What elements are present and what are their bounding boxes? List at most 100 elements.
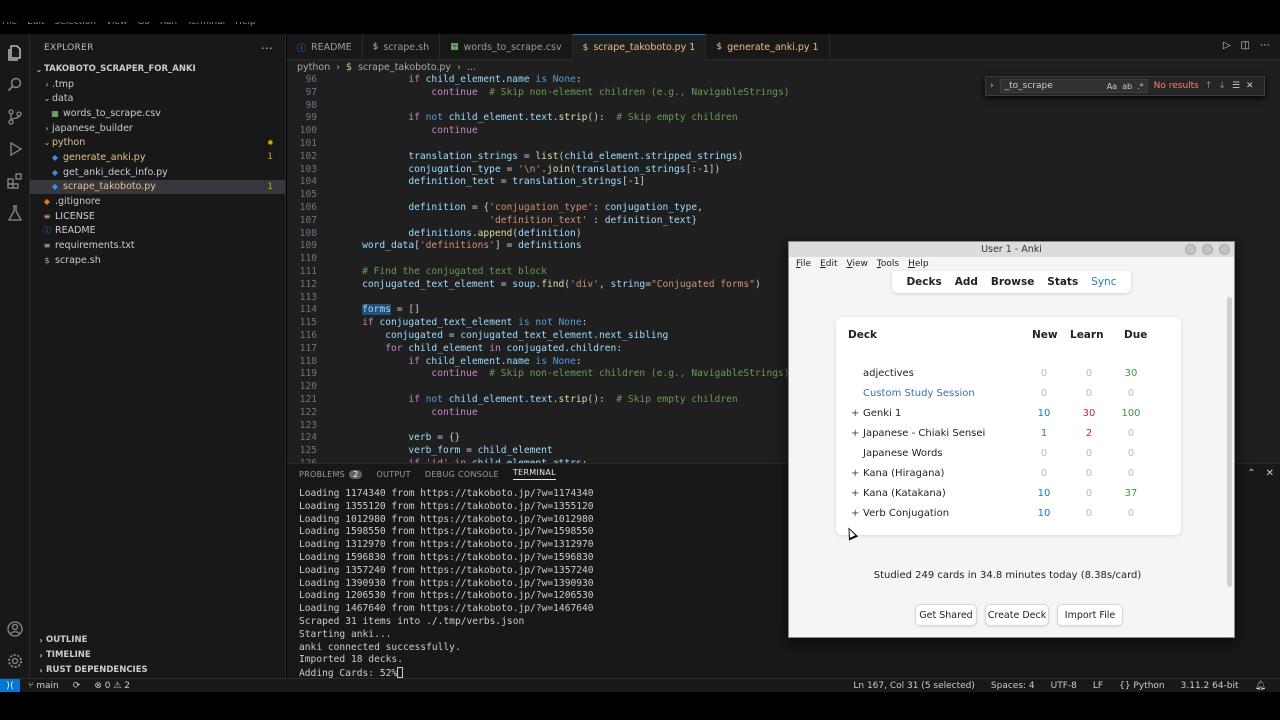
decks-button[interactable]: Decks bbox=[906, 276, 941, 288]
encoding[interactable]: UTF-8 bbox=[1051, 681, 1077, 691]
maximize-button[interactable] bbox=[1202, 244, 1213, 255]
expand-plus-icon[interactable]: + bbox=[851, 428, 859, 439]
anki-menu-tools[interactable]: Tools bbox=[877, 259, 899, 269]
menu-item-go[interactable]: Go bbox=[137, 22, 149, 34]
tab-scrape-takoboto-py[interactable]: $ scrape_takoboto.py 1 bbox=[572, 34, 707, 60]
menu-item-run[interactable]: Run bbox=[160, 22, 177, 34]
minimize-button[interactable] bbox=[1185, 244, 1196, 255]
settings-gear-icon[interactable] bbox=[4, 650, 26, 672]
extensions-icon[interactable] bbox=[4, 170, 26, 192]
tree-folder-python[interactable]: ⌄ python ● bbox=[30, 135, 285, 150]
maximize-panel-icon[interactable]: ⌃ bbox=[1247, 468, 1255, 479]
deck-name[interactable]: Japanese Words bbox=[863, 448, 943, 459]
search-icon[interactable] bbox=[4, 74, 26, 96]
close-icon[interactable]: ✕ bbox=[1246, 81, 1254, 91]
breadcrumb-folder[interactable]: python bbox=[297, 62, 330, 73]
tree-file-requirements-txt[interactable]: ≡ requirements.txt bbox=[30, 238, 285, 253]
run-debug-icon[interactable] bbox=[4, 138, 26, 160]
tree-folder-japanese-builder[interactable]: › japanese_builder bbox=[30, 121, 285, 136]
deck-name[interactable]: Kana (Katakana) bbox=[863, 488, 946, 499]
tree-file-scrape-takoboto-py[interactable]: ◆ scrape_takoboto.py 1 bbox=[30, 179, 285, 195]
add-button[interactable]: Add bbox=[955, 276, 978, 288]
anki-scrollbar[interactable] bbox=[1227, 297, 1232, 587]
match-case-icon[interactable]: Aa bbox=[1107, 82, 1117, 91]
expand-plus-icon[interactable]: + bbox=[851, 488, 859, 499]
browse-button[interactable]: Browse bbox=[991, 276, 1034, 288]
deck-row[interactable]: + Kana (Hiragana) 0 0 0 bbox=[836, 465, 1181, 485]
tree-file-get-anki-deck-info-py[interactable]: ◆ get_anki_deck_info.py bbox=[30, 165, 285, 180]
deck-row[interactable]: adjectives 0 0 30 bbox=[836, 365, 1181, 385]
deck-name[interactable]: Genki 1 bbox=[863, 408, 901, 419]
chevron-right-icon[interactable]: › bbox=[990, 81, 994, 91]
find-in-selection-icon[interactable]: ☰ bbox=[1232, 81, 1240, 91]
deck-row[interactable]: Custom Study Session 0 0 0 bbox=[836, 385, 1181, 405]
menu-item-view[interactable]: View bbox=[106, 22, 127, 34]
tree-file-readme[interactable]: ⓘ README bbox=[30, 224, 285, 239]
match-word-icon[interactable]: ab bbox=[1122, 82, 1132, 91]
run-icon[interactable]: ▷ bbox=[1223, 40, 1231, 51]
deck-row[interactable]: Japanese Words 0 0 0 bbox=[836, 445, 1181, 465]
outline-section[interactable]: › OUTLINE bbox=[30, 633, 286, 648]
regex-icon[interactable]: .* bbox=[1137, 82, 1144, 91]
python-interpreter[interactable]: 3.11.2 64-bit bbox=[1181, 681, 1239, 691]
files-icon[interactable] bbox=[4, 42, 26, 64]
deck-row[interactable]: + Kana (Katakana) 10 0 37 bbox=[836, 485, 1181, 505]
notifications-bell-icon[interactable]: 🔔︎ bbox=[1255, 681, 1266, 691]
anki-menu-help[interactable]: Help bbox=[908, 259, 929, 269]
branch-indicator[interactable]: ⑂ main bbox=[28, 681, 59, 691]
problems-indicator[interactable]: ⊗ 0 ⚠ 2 bbox=[94, 681, 130, 691]
deck-name[interactable]: Custom Study Session bbox=[863, 388, 975, 399]
language-mode[interactable]: {} Python bbox=[1119, 681, 1165, 691]
menu-item-selection[interactable]: Selection bbox=[55, 22, 96, 34]
deck-row[interactable]: + Genki 1 10 30 100 bbox=[836, 405, 1181, 425]
deck-row[interactable]: + Japanese - Chiaki Sensei 1 2 0 bbox=[836, 425, 1181, 445]
tab-readme[interactable]: ⓘ README bbox=[287, 34, 363, 60]
deck-name[interactable]: Japanese - Chiaki Sensei bbox=[863, 428, 985, 439]
tab-scrape-sh[interactable]: $ scrape.sh bbox=[363, 34, 441, 60]
testing-icon[interactable] bbox=[4, 202, 26, 224]
deck-name[interactable]: Kana (Hiragana) bbox=[863, 468, 944, 479]
expand-plus-icon[interactable]: + bbox=[851, 468, 859, 479]
remote-icon[interactable]: ⟩⟨ bbox=[0, 678, 20, 693]
menu-item-terminal[interactable]: Terminal bbox=[187, 22, 225, 34]
indentation[interactable]: Spaces: 4 bbox=[991, 681, 1035, 691]
find-input[interactable]: _to_scrape Aa ab .* bbox=[999, 79, 1148, 93]
deck-row[interactable]: + Verb Conjugation 10 0 0 bbox=[836, 505, 1181, 525]
expand-plus-icon[interactable]: + bbox=[851, 508, 859, 519]
anki-menu-view[interactable]: View bbox=[847, 259, 868, 269]
stats-button[interactable]: Stats bbox=[1047, 276, 1078, 288]
explorer-root-folder[interactable]: ⌄ TAKOBOTO_SCRAPER_FOR_ANKI bbox=[30, 62, 285, 77]
import-file-button[interactable]: Import File bbox=[1057, 604, 1123, 626]
tree-file-gitignore[interactable]: ◆ .gitignore bbox=[30, 194, 285, 209]
tree-file-license[interactable]: ≡ LICENSE bbox=[30, 209, 285, 224]
menu-item-edit[interactable]: Edit bbox=[27, 22, 44, 34]
tab-generate-anki-py[interactable]: $ generate_anki.py 1 bbox=[706, 34, 830, 60]
tab-problems[interactable]: PROBLEMS 2 bbox=[299, 469, 363, 479]
cursor-position[interactable]: Ln 167, Col 31 (5 selected) bbox=[853, 681, 975, 691]
get-shared-button[interactable]: Get Shared bbox=[915, 604, 977, 626]
tree-file-words-to-scrape-csv[interactable]: ▦ words_to_scrape.csv bbox=[30, 106, 285, 121]
tab-debug-console[interactable]: DEBUG CONSOLE bbox=[425, 470, 499, 479]
more-actions-icon[interactable]: ⋯ bbox=[261, 41, 273, 55]
sync-icon[interactable]: ⟳ bbox=[73, 681, 81, 691]
next-match-icon[interactable]: ↓ bbox=[1218, 81, 1226, 91]
sync-button[interactable]: Sync bbox=[1091, 276, 1116, 288]
source-control-icon[interactable] bbox=[4, 106, 26, 128]
breadcrumb-file[interactable]: scrape_takoboto.py bbox=[358, 62, 451, 73]
split-editor-icon[interactable]: ◫ bbox=[1241, 40, 1250, 51]
previous-match-icon[interactable]: ↑ bbox=[1205, 81, 1213, 91]
rust-dependencies-section[interactable]: › RUST DEPENDENCIES bbox=[30, 663, 286, 678]
breadcrumb-symbol[interactable]: ... bbox=[467, 62, 476, 73]
account-icon[interactable] bbox=[4, 618, 26, 640]
tree-file-generate-anki-py[interactable]: ◆ generate_anki.py 1 bbox=[30, 150, 285, 165]
anki-menu-edit[interactable]: Edit bbox=[820, 259, 837, 269]
deck-name[interactable]: Verb Conjugation bbox=[863, 508, 949, 519]
close-panel-icon[interactable]: ✕ bbox=[1266, 468, 1274, 479]
tree-file-scrape-sh[interactable]: $ scrape.sh bbox=[30, 253, 285, 268]
menu-item-file[interactable]: File bbox=[2, 22, 17, 34]
tab-terminal[interactable]: TERMINAL bbox=[512, 468, 556, 480]
tab-output[interactable]: OUTPUT bbox=[376, 470, 410, 479]
anki-titlebar[interactable]: User 1 - Anki bbox=[789, 242, 1234, 257]
expand-plus-icon[interactable]: + bbox=[851, 408, 859, 419]
end-of-line[interactable]: LF bbox=[1093, 681, 1103, 691]
